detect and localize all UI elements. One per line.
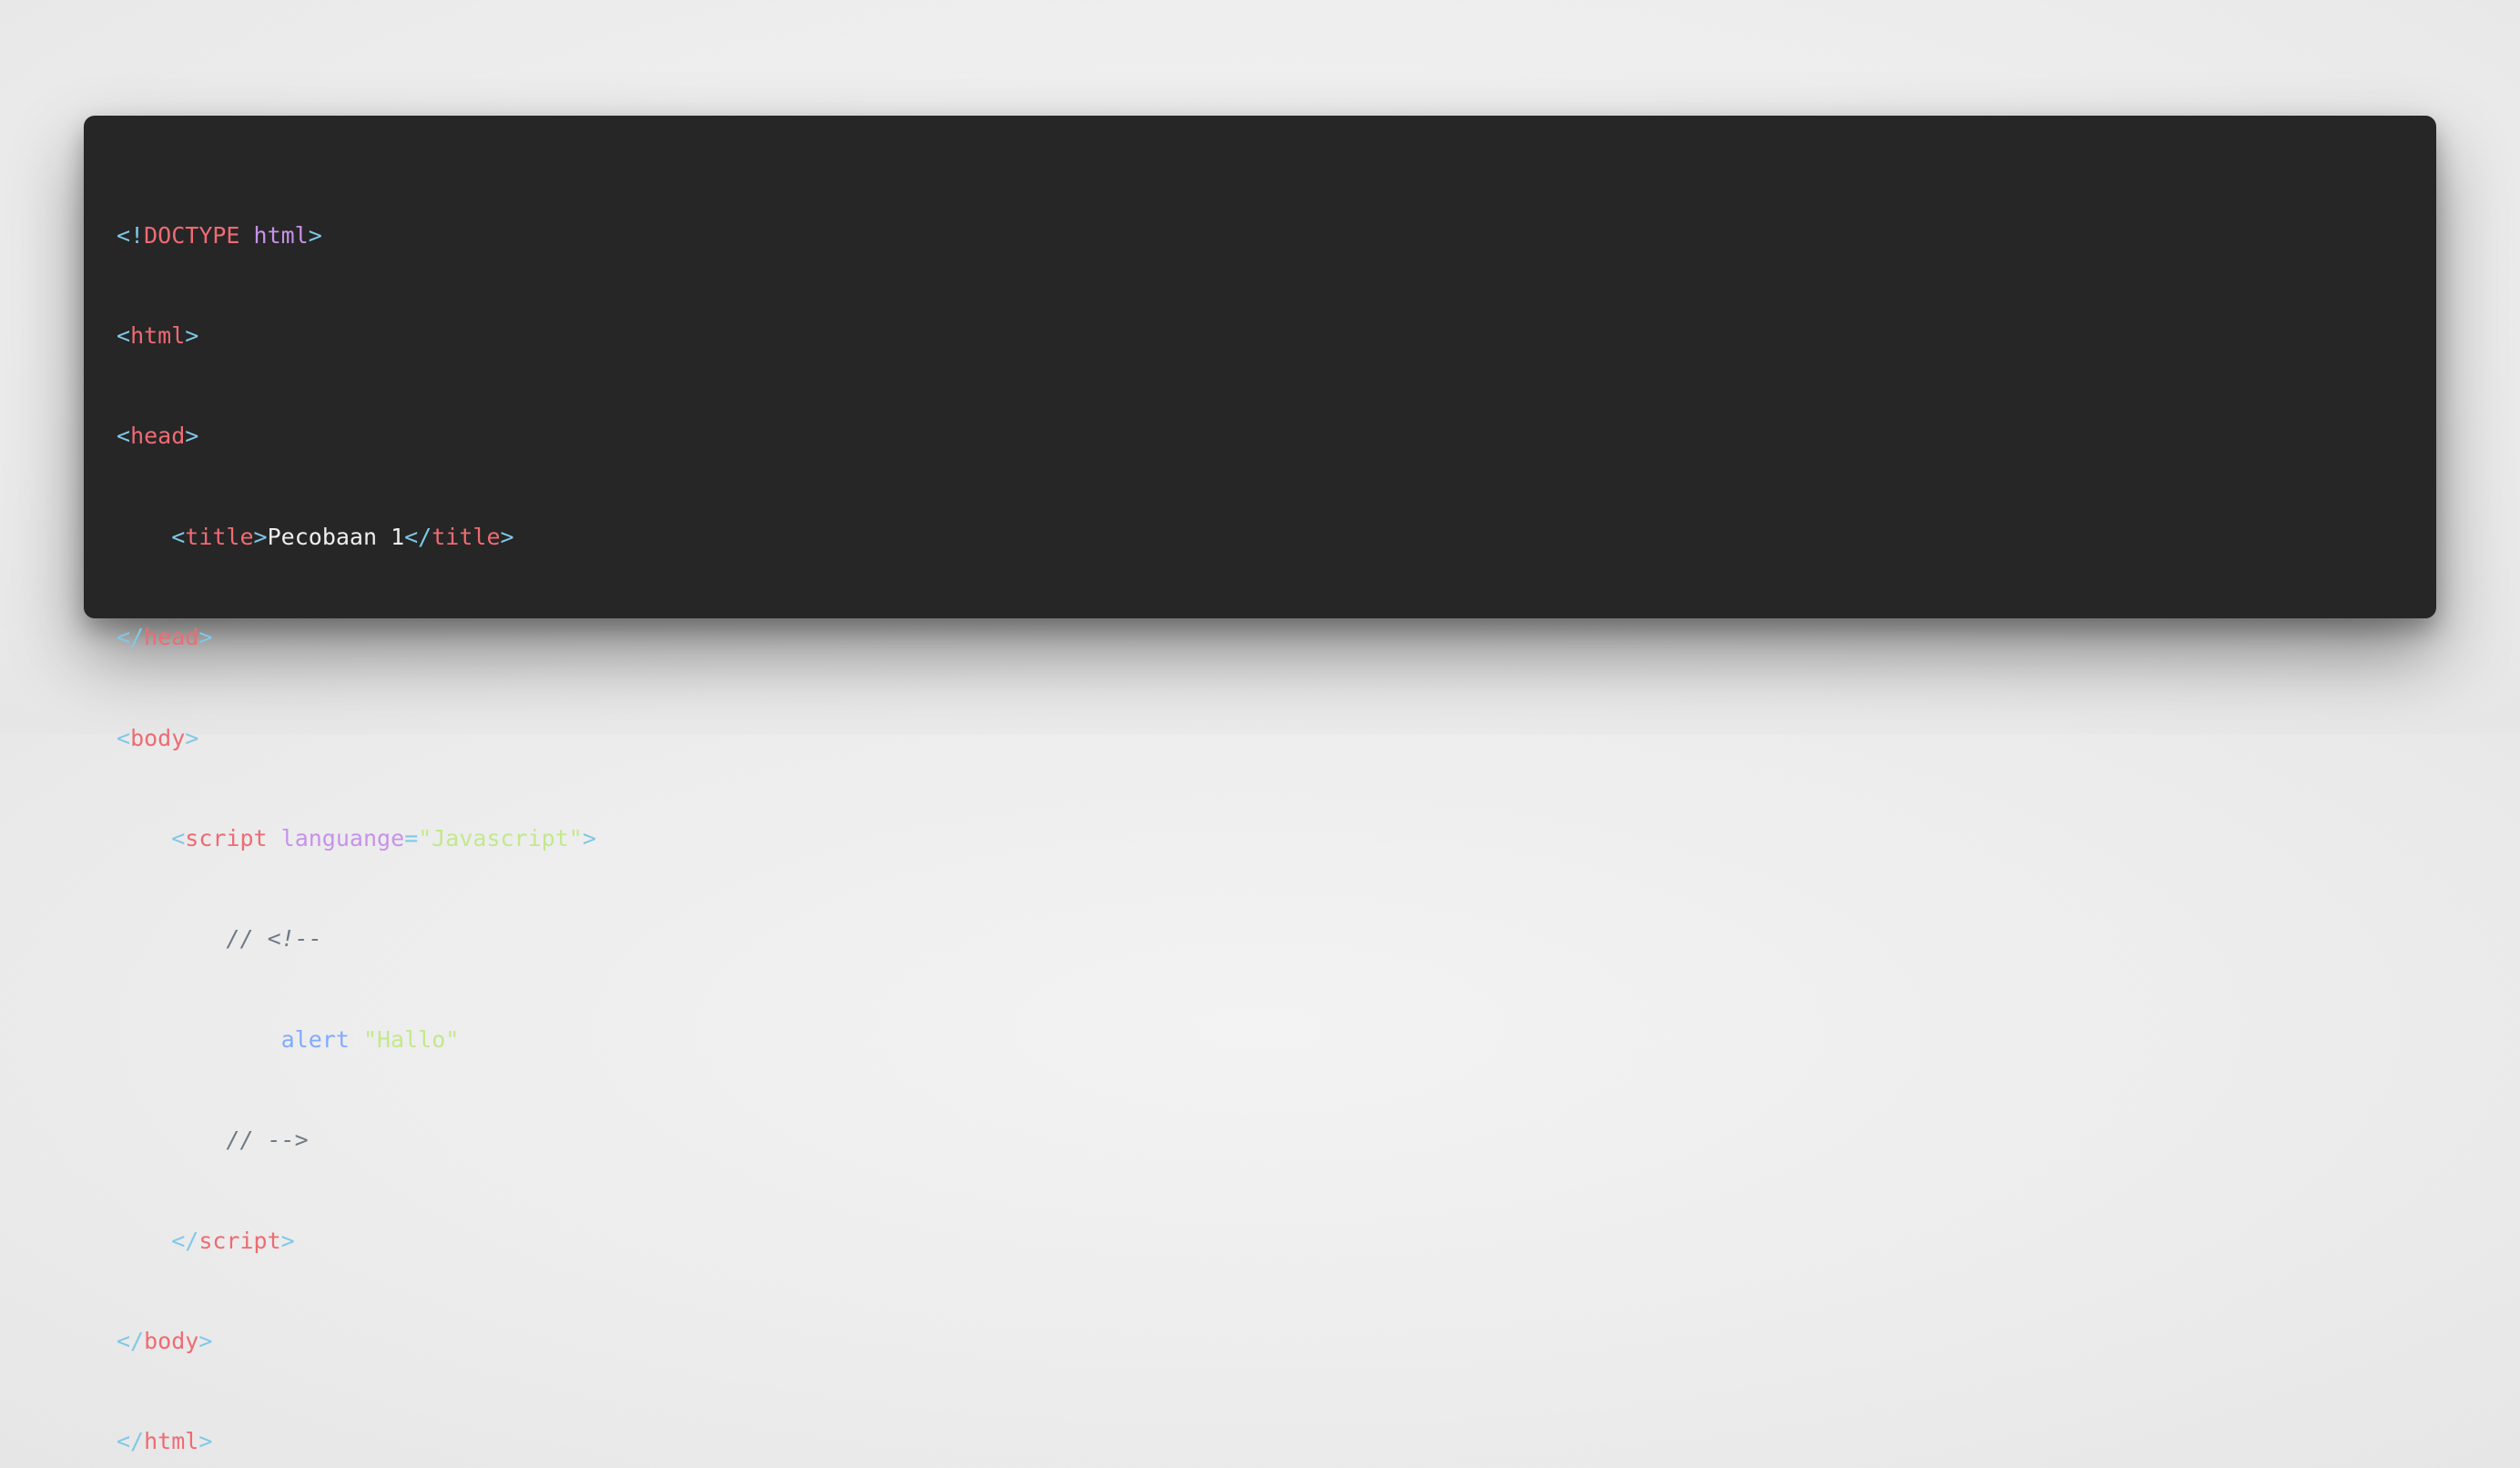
token-tag: title (432, 523, 501, 550)
token-paren: ); (459, 1025, 487, 1053)
token-punctuation: > (185, 423, 199, 450)
token-punctuation: > (185, 724, 199, 751)
token-tag: body (144, 1327, 199, 1354)
token-tag: html (144, 1428, 199, 1455)
token-punctuation: > (198, 624, 213, 651)
token-punctuation: </ (117, 624, 145, 651)
token-punctuation: </ (117, 1327, 145, 1354)
code-line-10: // --> (117, 1124, 2436, 1157)
token-punctuation: > (185, 321, 199, 349)
code-line-5: </head> (117, 621, 2436, 655)
token-punctuation: < (117, 724, 131, 751)
token-tag: html (130, 321, 186, 349)
code-line-9: alert("Hallo"); (117, 1024, 2436, 1057)
token-doctype: DOCTYPE (144, 221, 240, 249)
code-line-2: <html> (117, 320, 2436, 353)
token-punctuation: > (500, 523, 514, 550)
token-punctuation: > (198, 1428, 213, 1455)
code-line-13: </html> (117, 1425, 2436, 1459)
code-line-7: <script languange="Javascript"> (117, 822, 2436, 856)
token-punctuation: > (308, 221, 322, 249)
token-punctuation: </ (404, 523, 432, 550)
token-attribute: languange (280, 824, 405, 851)
token-tag: body (130, 724, 186, 751)
token-punctuation: > (582, 824, 596, 851)
token-tag: head (144, 624, 199, 651)
token-operator: = (404, 824, 419, 851)
code-line-4: <title>Pecobaan 1</title> (117, 521, 2436, 555)
code-line-12: </body> (117, 1325, 2436, 1359)
token-punctuation: < (117, 321, 131, 349)
code-line-11: </script> (117, 1225, 2436, 1259)
token-text: Pecobaan 1 (267, 523, 405, 550)
token-keyword: html (253, 221, 309, 249)
code-line-6: <body> (117, 722, 2436, 756)
token-punctuation: < (117, 423, 131, 450)
token-punctuation: > (253, 523, 268, 550)
token-punctuation: <! (117, 221, 145, 249)
token-punctuation: </ (171, 1227, 199, 1254)
code-line-3: <head> (117, 420, 2436, 454)
token-punctuation: </ (117, 1428, 145, 1455)
token-tag: script (198, 1227, 281, 1254)
token-punctuation: > (198, 1327, 213, 1354)
token-string: "Javascript" (418, 824, 583, 851)
code-line-8: // <!-- (117, 923, 2436, 956)
code-snippet-window: <!DOCTYPE html> <html> <head> <title>Pec… (84, 116, 2436, 1454)
token-tag: title (185, 523, 254, 550)
token-comment: // --> (226, 1126, 309, 1154)
token-string: "Hallo" (362, 1025, 460, 1053)
token-function: alert (280, 1025, 350, 1053)
token-paren: ( (349, 1025, 363, 1053)
token-comment: // <!-- (226, 925, 322, 953)
token-punctuation: < (171, 523, 186, 550)
code-block: <!DOCTYPE html> <html> <head> <title>Pec… (117, 152, 2436, 1468)
token-punctuation: < (171, 824, 186, 851)
token-tag: head (130, 423, 186, 450)
code-line-1: <!DOCTYPE html> (117, 219, 2436, 253)
token-punctuation: > (280, 1227, 295, 1254)
token-tag: script (185, 824, 268, 851)
